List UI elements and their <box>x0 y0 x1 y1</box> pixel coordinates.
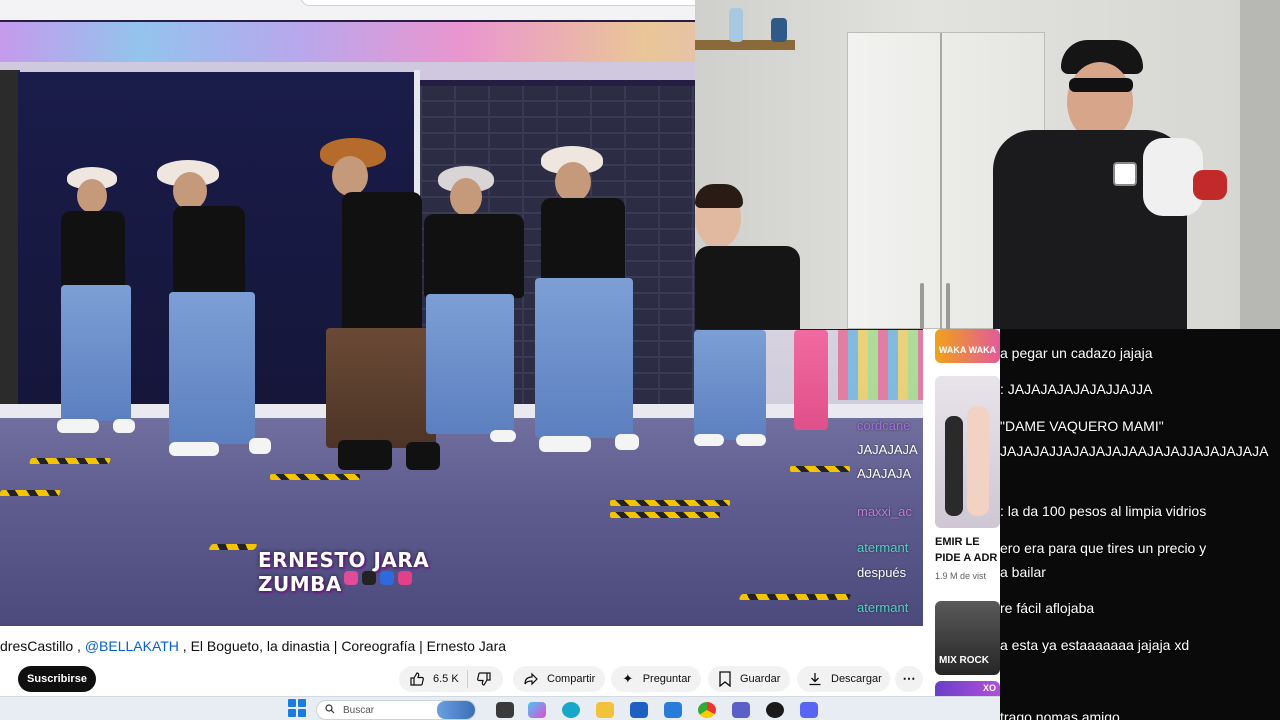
share-label: Compartir <box>547 673 596 685</box>
chat-message: : la da 100 pesos al limpia vidrios <box>1000 503 1207 519</box>
dancer-6 <box>690 330 770 448</box>
bottle <box>729 8 743 42</box>
address-bar[interactable] <box>300 0 720 6</box>
tiktok-icon <box>362 571 376 585</box>
subscribe-button[interactable]: Suscribirse <box>18 666 96 692</box>
download-label: Descargar <box>831 673 882 685</box>
chat-message: a bailar <box>1000 564 1046 580</box>
sparkle-icon: ✦ <box>622 671 634 686</box>
dancer-7 <box>788 330 838 436</box>
suggested-videos: WAKA WAKA EMIR LE PIDE A ADR 1.9 M de vi… <box>923 329 1000 696</box>
ask-button[interactable]: ✦ Preguntar <box>611 666 701 692</box>
thumb-badge: XO <box>982 683 996 693</box>
streamer-friend <box>695 184 805 329</box>
save-button[interactable]: Guardar <box>708 666 790 692</box>
suggested-title[interactable]: EMIR LE <box>935 535 980 550</box>
edge-icon[interactable] <box>562 702 580 718</box>
divider <box>466 670 468 688</box>
facebook-icon <box>380 571 394 585</box>
share-icon <box>523 671 539 687</box>
widget-thumb <box>437 701 475 719</box>
overlay-chat-user: cordcane <box>857 418 911 433</box>
wall-graffiti <box>0 70 20 404</box>
mention-link[interactable]: @BELLAKATH <box>85 638 179 654</box>
floor-tape <box>610 512 720 518</box>
chat-message: a esta ya estaaaaaaa jajaja xd <box>1000 637 1190 653</box>
floor-tape <box>738 594 852 600</box>
dancer-1 <box>55 165 145 440</box>
streamer-dancing <box>963 40 1263 329</box>
chat-message: a pegar un cadazo jajaja <box>1000 345 1153 361</box>
chat-message: trago nomas amigo <box>1000 709 1120 720</box>
overlay-chat-user: atermant <box>857 540 909 555</box>
thumb-badge: WAKA WAKA <box>938 345 997 355</box>
facebook-icon <box>344 571 358 585</box>
overlay-chat-text: JAJAJAJA <box>857 442 918 457</box>
screen: ERNESTO JARA ZUMBA cordcane JAJAJAJA AJA… <box>0 0 1280 720</box>
mail-icon[interactable] <box>664 702 682 718</box>
overlay-chat-user: maxxi_ac <box>857 504 912 519</box>
instagram-icon <box>398 571 412 585</box>
search-icon <box>325 703 335 717</box>
floor-tape <box>0 490 62 496</box>
floor-tape <box>270 474 360 480</box>
discord-icon[interactable] <box>800 702 818 718</box>
floor-tape <box>28 458 112 464</box>
file-explorer-icon[interactable] <box>596 702 614 718</box>
floor-tape <box>790 466 850 472</box>
webcam-overlay <box>695 0 1280 329</box>
like-icon[interactable] <box>409 671 425 687</box>
search-placeholder: Buscar <box>343 704 375 716</box>
chat-message: ero era para que tires un precio y <box>1000 540 1207 556</box>
chat-message: re fácil aflojaba <box>1000 600 1095 616</box>
suggested-title[interactable]: PIDE A ADR <box>935 551 997 566</box>
dancer-5 <box>505 146 639 458</box>
bookmark-icon <box>718 671 732 687</box>
start-button[interactable] <box>288 699 306 717</box>
obs-icon[interactable] <box>766 702 784 718</box>
title-rest: , El Bogueto, la dinastia | Coreografía … <box>178 638 507 654</box>
ask-label: Preguntar <box>642 673 691 685</box>
copilot-icon[interactable] <box>528 702 546 718</box>
overlay-chat-text: AJAJAJA <box>857 466 912 481</box>
suggested-meta: 1.9 M de vist <box>935 571 987 581</box>
overlay-chat-text: después <box>857 565 907 580</box>
title-prefix: dresCastillo <box>0 638 74 654</box>
suggested-thumbnail[interactable]: MIX ROCK <box>935 601 1000 675</box>
social-icons <box>344 571 412 587</box>
overlay-chat-user: atermant <box>857 600 909 615</box>
more-icon: ⋯ <box>902 671 916 686</box>
chrome-icon[interactable] <box>698 702 716 718</box>
more-actions-button[interactable]: ⋯ <box>895 666 923 692</box>
like-count[interactable]: 6.5 K <box>433 673 459 685</box>
save-label: Guardar <box>740 673 781 685</box>
suggested-thumbnail[interactable]: XO <box>935 681 1000 696</box>
task-view-icon[interactable] <box>496 702 514 718</box>
store-icon[interactable] <box>630 702 648 718</box>
colorful-shelves <box>838 330 923 400</box>
share-button[interactable]: Compartir <box>513 666 605 692</box>
video-title: dresCastillo , @BELLAKATH , El Bogueto, … <box>0 638 506 654</box>
dancer-2 <box>155 160 275 458</box>
title-sep: , <box>73 638 85 654</box>
floor-tape <box>208 544 258 550</box>
bottle <box>771 18 787 42</box>
suggested-thumbnail[interactable]: WAKA WAKA <box>935 329 1000 363</box>
chat-message: "DAME VAQUERO MAMI" <box>1000 418 1164 434</box>
download-icon <box>807 671 823 687</box>
teams-icon[interactable] <box>732 702 750 718</box>
thumb-badge: MIX ROCK <box>939 655 989 666</box>
like-dislike-group: 6.5 K <box>399 666 503 692</box>
download-button[interactable]: Descargar <box>797 666 890 692</box>
chat-message: JAJAJAJJAJAJAJAJAAJAJAJJAJAJAJAJA <box>1000 443 1269 459</box>
suggested-thumbnail[interactable] <box>935 376 1000 528</box>
stream-chat: a pegar un cadazo jajaja : JAJAJAJAJAJAJ… <box>1000 329 1280 720</box>
floor-tape <box>610 500 730 506</box>
chat-message: : JAJAJAJAJAJAJJAJJA <box>1000 381 1153 397</box>
dislike-icon[interactable] <box>476 671 492 687</box>
taskbar-search[interactable]: Buscar <box>316 700 476 720</box>
